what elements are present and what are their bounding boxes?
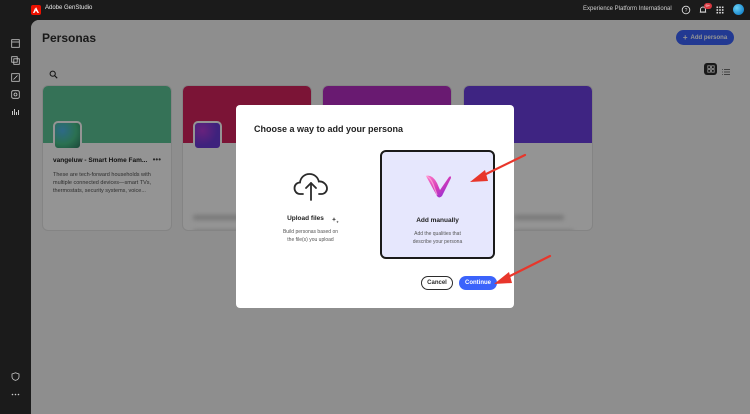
- add-manually-description: Add the qualities that describe your per…: [412, 231, 463, 245]
- nav-brands-icon[interactable]: [11, 90, 20, 99]
- continue-button[interactable]: Continue: [459, 276, 497, 290]
- nav-insights-icon[interactable]: [11, 107, 20, 116]
- upload-files-description: Build personas based on the file(s) you …: [282, 229, 339, 243]
- left-rail: [0, 20, 31, 414]
- top-bar: Adobe GenStudio Experience Platform Inte…: [0, 0, 750, 20]
- genstudio-v-icon: [423, 171, 453, 206]
- org-switcher[interactable]: Experience Platform International: [583, 6, 672, 12]
- add-persona-dialog: Choose a way to add your persona Upload …: [236, 105, 514, 308]
- help-icon[interactable]: ?: [681, 5, 691, 15]
- cancel-button[interactable]: Cancel: [421, 276, 453, 290]
- user-avatar[interactable]: [733, 4, 744, 15]
- nav-create-icon[interactable]: [11, 73, 20, 82]
- svg-text:?: ?: [685, 8, 688, 14]
- sparkle-icon: [331, 212, 340, 224]
- add-manually-option[interactable]: Add manually Add the qualities that desc…: [380, 150, 495, 259]
- upload-files-label: Upload files: [287, 215, 324, 222]
- cloud-upload-icon: [293, 170, 329, 207]
- apps-grid-icon[interactable]: [715, 5, 725, 15]
- upload-files-option[interactable]: Upload files Build personas based on the…: [253, 150, 368, 259]
- app-title[interactable]: Adobe GenStudio: [45, 5, 92, 11]
- shield-icon[interactable]: [11, 372, 20, 381]
- dialog-title: Choose a way to add your persona: [254, 124, 404, 134]
- notification-badge: 9+: [704, 3, 712, 9]
- nav-overview-icon[interactable]: [11, 39, 20, 48]
- nav-content-icon[interactable]: [11, 56, 20, 65]
- adobe-logo-icon[interactable]: [31, 5, 41, 15]
- more-icon[interactable]: [11, 390, 20, 399]
- add-manually-label: Add manually: [416, 217, 459, 224]
